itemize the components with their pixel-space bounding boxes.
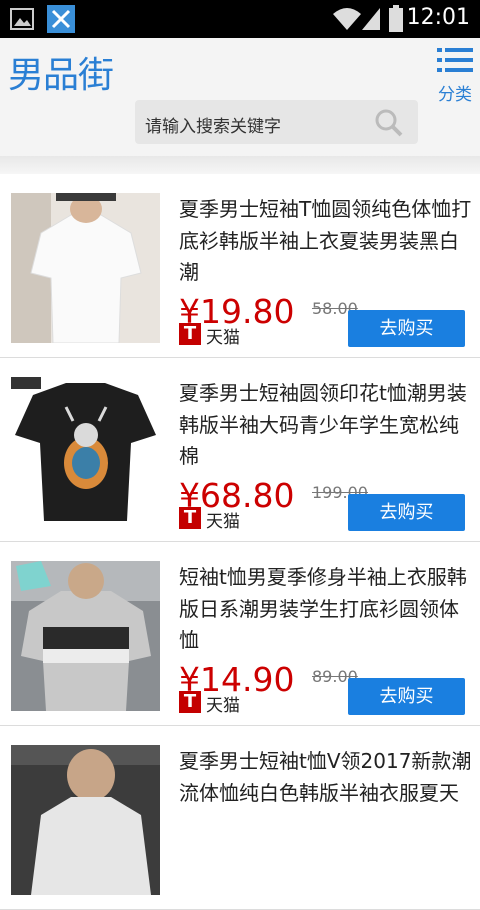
product-item[interactable]: 短袖t恤男夏季修身半袖上衣服韩版日系潮男装学生打底衫圆领体恤 ¥14.90 89… <box>0 542 480 726</box>
app-logo: 男品街 <box>8 55 114 96</box>
image-icon <box>10 7 36 35</box>
tools-icon <box>46 4 76 38</box>
status-bar: 12:01 <box>0 0 480 38</box>
search-input[interactable]: 请输入搜索关键字 <box>135 100 418 144</box>
product-item[interactable]: 夏季男士短袖T恤圆领纯色体恤打底衫韩版半袖上衣夏装男装黑白潮 ¥19.80 58… <box>0 174 480 358</box>
tmall-label: 天猫 <box>206 328 240 348</box>
product-title[interactable]: 短袖t恤男夏季修身半袖上衣服韩版日系潮男装学生打底衫圆领体恤 <box>179 562 475 657</box>
product-item[interactable]: 夏季男士短袖圆领印花t恤潮男装韩版半袖大码青少年学生宽松纯棉 ¥68.80 19… <box>0 358 480 542</box>
product-item[interactable]: 夏季男士短袖t恤V领2017新款潮流体恤纯白色韩版半袖衣服夏天 <box>0 726 480 910</box>
product-title[interactable]: 夏季男士短袖圆领印花t恤潮男装韩版半袖大码青少年学生宽松纯棉 <box>179 378 475 473</box>
product-image[interactable] <box>11 745 160 895</box>
wifi-icon <box>332 6 362 36</box>
buy-button[interactable]: 去购买 <box>348 678 465 715</box>
product-title[interactable]: 夏季男士短袖T恤圆领纯色体恤打底衫韩版半袖上衣夏装男装黑白潮 <box>179 194 475 289</box>
category-button[interactable]: 分类 <box>434 46 476 105</box>
product-image[interactable] <box>11 561 160 711</box>
search-icon[interactable] <box>374 108 404 142</box>
tmall-badge-icon: T <box>179 691 201 713</box>
buy-button[interactable]: 去购买 <box>348 494 465 531</box>
status-time: 12:01 <box>406 5 470 30</box>
tmall-badge-icon: T <box>179 323 201 345</box>
battery-icon <box>388 5 404 37</box>
search-placeholder: 请输入搜索关键字 <box>145 117 281 137</box>
tmall-label: 天猫 <box>206 512 240 532</box>
header-divider <box>0 156 480 174</box>
buy-button[interactable]: 去购买 <box>348 310 465 347</box>
category-label: 分类 <box>438 85 472 105</box>
app-header: 男品街 分类 请输入搜索关键字 <box>0 38 480 156</box>
product-image[interactable] <box>11 377 160 527</box>
signal-icon <box>360 6 382 36</box>
list-icon <box>437 48 473 78</box>
tmall-label: 天猫 <box>206 696 240 716</box>
tmall-badge-icon: T <box>179 507 201 529</box>
product-image[interactable] <box>11 193 160 343</box>
